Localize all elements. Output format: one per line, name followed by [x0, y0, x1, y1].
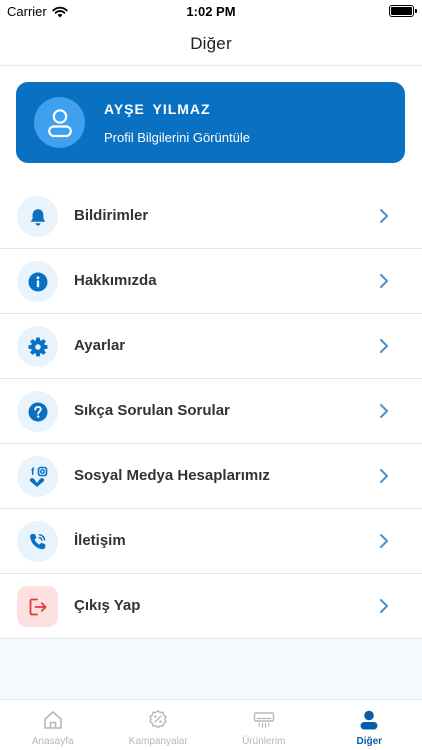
tab-urunlerim[interactable]: Ürünlerim [211, 700, 317, 750]
menu-item-cikis-yap[interactable]: Çıkış Yap [0, 574, 422, 639]
profile-card[interactable]: AYŞE YILMAZ Profil Bilgilerini Görüntüle [16, 82, 405, 163]
chevron-right-icon [380, 599, 388, 613]
profile-name: AYŞE YILMAZ [104, 101, 211, 117]
profile-subtitle: Profil Bilgilerini Görüntüle [104, 130, 250, 145]
nav-header: Diğer [0, 22, 422, 66]
menu-item-sss[interactable]: Sıkça Sorulan Sorular [0, 379, 422, 444]
menu-item-label: Ayarlar [74, 337, 126, 354]
chevron-right-icon [380, 404, 388, 418]
profile-section: AYŞE YILMAZ Profil Bilgilerini Görüntüle [0, 66, 422, 184]
menu-item-label: Hakkımızda [74, 272, 157, 289]
status-time: 1:02 PM [186, 4, 236, 19]
tab-label: Ürünlerim [242, 736, 286, 747]
menu-item-label: İletişim [74, 532, 126, 549]
air-conditioner-icon [253, 712, 274, 728]
menu-item-ayarlar[interactable]: Ayarlar [0, 314, 422, 379]
status-bar: Carrier 1:02 PM [0, 0, 422, 22]
menu-item-iletisim[interactable]: İletişim [0, 509, 422, 574]
tab-label: Kampanyalar [128, 736, 188, 747]
user-icon [360, 710, 378, 730]
chevron-right-icon [380, 209, 388, 223]
menu-item-bildirimler[interactable]: Bildirimler [0, 184, 422, 249]
info-icon [17, 261, 58, 302]
gear-icon [17, 326, 58, 367]
menu-item-label: Bildirimler [74, 207, 149, 224]
menu-item-label: Çıkış Yap [74, 597, 141, 614]
battery-icon [389, 5, 417, 17]
tab-kampanyalar[interactable]: Kampanyalar [106, 700, 212, 750]
chevron-right-icon [380, 469, 388, 483]
phone-icon [17, 521, 58, 562]
menu-item-label: Sosyal Medya Hesaplarımız [74, 467, 270, 484]
menu-item-label: Sıkça Sorulan Sorular [74, 402, 230, 419]
tab-anasayfa[interactable]: Anasayfa [0, 700, 106, 750]
tab-label: Diğer [356, 736, 383, 747]
home-icon [43, 711, 62, 729]
tab-label: Anasayfa [31, 736, 74, 747]
avatar [34, 97, 85, 148]
chevron-right-icon [380, 534, 388, 548]
menu-list: Bildirimler Hakkımızda Ayarlar Sıkça Sor… [0, 184, 422, 639]
bell-icon [17, 196, 58, 237]
social-media-icon: f [17, 456, 58, 497]
svg-text:f: f [31, 467, 35, 478]
menu-item-sosyal-medya[interactable]: f Sosyal Medya Hesaplarımız [0, 444, 422, 509]
chevron-right-icon [380, 274, 388, 288]
chevron-right-icon [380, 339, 388, 353]
tab-diger[interactable]: Diğer [317, 700, 422, 750]
tab-bar: Anasayfa Kampanyalar Ürünlerim Diğer [0, 699, 422, 750]
page-title: Diğer [190, 33, 232, 53]
logout-icon [17, 586, 58, 627]
question-icon [17, 391, 58, 432]
menu-item-hakkimizda[interactable]: Hakkımızda [0, 249, 422, 314]
user-avatar-icon [47, 108, 72, 137]
discount-badge-icon [149, 710, 167, 729]
